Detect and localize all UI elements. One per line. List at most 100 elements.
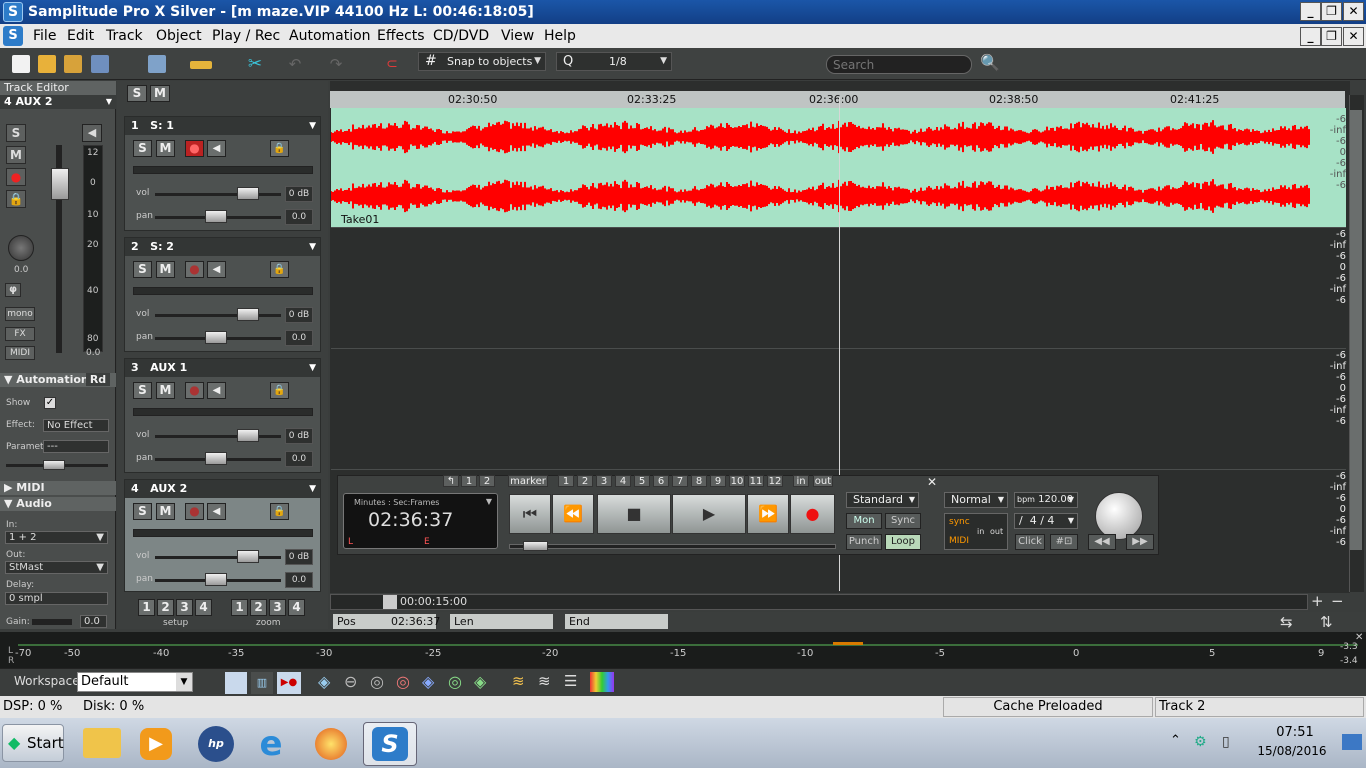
import-icon[interactable] (64, 55, 82, 73)
show-hidden-icons-icon[interactable]: ⌃ (1170, 733, 1181, 748)
transport-mode-select[interactable]: Standard ▼ (846, 492, 919, 508)
mono-button[interactable]: mono (5, 307, 35, 321)
marker-11-button[interactable]: 11 (748, 475, 764, 487)
global-solo-button[interactable]: S (127, 85, 147, 102)
mixer-icon[interactable]: ▥ (251, 672, 273, 694)
len-field[interactable]: Len (450, 614, 553, 629)
marker-left-1[interactable]: 1 (461, 475, 477, 487)
marker-10-button[interactable]: 10 (729, 475, 745, 487)
track-1-header[interactable]: 1 S: 1 ▼ (125, 117, 320, 135)
vertical-scroll-thumb[interactable] (1350, 110, 1362, 550)
menu-effects[interactable]: Effects (377, 27, 425, 45)
zoom-1-button[interactable]: 1 (231, 599, 248, 616)
samplitude-taskbar-icon[interactable]: S (363, 722, 417, 766)
restore-button[interactable]: ❐ (1321, 2, 1342, 21)
internet-explorer-icon[interactable]: e (245, 722, 299, 766)
sync-button[interactable]: Sync (885, 513, 921, 529)
marker-left-2[interactable]: 2 (479, 475, 495, 487)
menu-play-rec[interactable]: Play / Rec (212, 27, 280, 45)
pos-field[interactable]: Pos 02:36:37 (333, 614, 440, 629)
marker-8-button[interactable]: 8 (691, 475, 707, 487)
track-1-volume[interactable]: vol 0 dB (133, 186, 313, 202)
loop-button[interactable]: Loop (885, 534, 921, 550)
layout-icon[interactable] (225, 672, 247, 694)
track-4-pan[interactable]: pan 0.0 (133, 572, 313, 588)
automation-header[interactable]: ▼ Automation Rd (0, 373, 116, 387)
rewind-button[interactable]: ⏪ (552, 494, 594, 534)
marker-12-button[interactable]: 12 (767, 475, 783, 487)
start-button[interactable]: ◆ Start (2, 724, 64, 762)
setup-4-button[interactable]: 4 (195, 599, 212, 616)
scrub-thumb[interactable] (523, 541, 548, 551)
scroll-thumb[interactable] (383, 595, 397, 609)
show-desktop-icon[interactable] (1342, 734, 1362, 750)
zoom-dropdown[interactable]: Q 1/8 ▼ (556, 52, 672, 71)
track-4-record-icon[interactable]: ● (185, 503, 204, 520)
editor-solo-button[interactable]: S (6, 124, 26, 142)
track-2-pan[interactable]: pan 0.0 (133, 330, 313, 346)
zoom-4-button[interactable]: 4 (288, 599, 305, 616)
object-tool-icon[interactable] (148, 55, 166, 73)
track-4[interactable]: 4 AUX 2 ▼ S M ● ◀ 🔒 vol 0 dB pan 0.0 (124, 479, 321, 592)
track-4-lock-icon[interactable]: 🔒 (270, 503, 289, 520)
track-2-mute-button[interactable]: M (156, 261, 175, 278)
redo-icon[interactable]: ↷ (327, 55, 345, 73)
marker-4-button[interactable]: 4 (615, 475, 631, 487)
track-2-record-icon[interactable]: ● (185, 261, 204, 278)
transport-close-icon[interactable]: ✕ (927, 475, 937, 489)
media-player-icon[interactable]: ▶ (130, 722, 184, 766)
zoom-in-icon[interactable]: + (1311, 592, 1324, 610)
marker-tool-icon[interactable]: ◈ (318, 672, 330, 691)
marker-6-button[interactable]: 6 (653, 475, 669, 487)
automation-mode[interactable]: Rd (86, 373, 110, 386)
track-4-monitor-icon[interactable]: ◀ (207, 503, 226, 520)
time-display[interactable]: Minutes : Sec:Frames ▼ 02:36:37 L E (343, 493, 498, 549)
transport-scrub-slider[interactable] (509, 544, 836, 549)
jog-wheel[interactable] (1095, 492, 1143, 540)
menu-edit[interactable]: Edit (67, 27, 94, 45)
track-2-header[interactable]: 2 S: 2 ▼ (125, 238, 320, 256)
track-2-monitor-icon[interactable]: ◀ (207, 261, 226, 278)
menu-cd-dvd[interactable]: CD/DVD (433, 27, 489, 45)
audio-out-select[interactable]: StMast ▼ (5, 561, 108, 574)
minimize-button[interactable]: _ (1300, 2, 1321, 21)
track-1-pan[interactable]: pan 0.0 (133, 209, 313, 225)
midi-button[interactable]: MIDI (5, 346, 35, 360)
delay-field[interactable]: 0 smpl (5, 592, 108, 605)
record-button[interactable]: ● (790, 494, 835, 534)
record-view-icon[interactable]: ▶● (277, 672, 301, 694)
marker-1-button[interactable]: 1 (558, 475, 574, 487)
track-4-volume[interactable]: vol 0 dB (133, 549, 313, 565)
menu-view[interactable]: View (501, 27, 534, 45)
track-2-lock-icon[interactable]: 🔒 (270, 261, 289, 278)
save-icon[interactable] (91, 55, 109, 73)
tempo-mode-select[interactable]: Normal ▼ (944, 492, 1008, 508)
audio-section-header[interactable]: ▼ Audio (0, 497, 116, 511)
chevron-down-icon[interactable]: ▼ (486, 497, 492, 506)
track-4-header[interactable]: 4 AUX 2 ▼ (125, 480, 320, 498)
marker-out-button[interactable]: out (813, 475, 833, 487)
track-3-volume[interactable]: vol 0 dB (133, 428, 313, 444)
midi-section-header[interactable]: ▶ MIDI (0, 481, 116, 495)
sync-midi-panel[interactable]: sync MIDI in out (944, 513, 1008, 550)
show-checkbox[interactable]: ✓ (44, 397, 56, 409)
track-1[interactable]: 1 S: 1 ▼ S M ● ◀ 🔒 vol 0 dB pan 0.0 (124, 116, 321, 231)
track-2-solo-button[interactable]: S (133, 261, 152, 278)
track-1-record-icon[interactable]: ● (185, 140, 204, 157)
metronome-settings-icon[interactable]: #⊡ (1050, 534, 1078, 550)
waveform-tool-icon[interactable]: ≋ (512, 672, 525, 690)
phase-button[interactable]: φ (5, 283, 21, 297)
spectrum-icon[interactable] (590, 672, 614, 692)
setup-2-button[interactable]: 2 (157, 599, 174, 616)
time-signature-field[interactable]: / 4 / 4 ▼ (1014, 513, 1078, 529)
go-to-start-button[interactable]: ⏮ (509, 494, 551, 534)
pan-knob[interactable] (8, 235, 34, 261)
marker-7-button[interactable]: 7 (672, 475, 688, 487)
search-input[interactable] (826, 55, 972, 74)
bpm-field[interactable]: bpm 120.00 ▼ (1014, 492, 1078, 508)
workspace-select[interactable]: Default ▼ (77, 672, 193, 692)
range-tool-icon[interactable] (190, 61, 212, 69)
marker-2-button[interactable]: 2 (577, 475, 593, 487)
marker-3-button[interactable]: 3 (596, 475, 612, 487)
clock-date[interactable]: 15/08/2016 (1252, 744, 1332, 758)
